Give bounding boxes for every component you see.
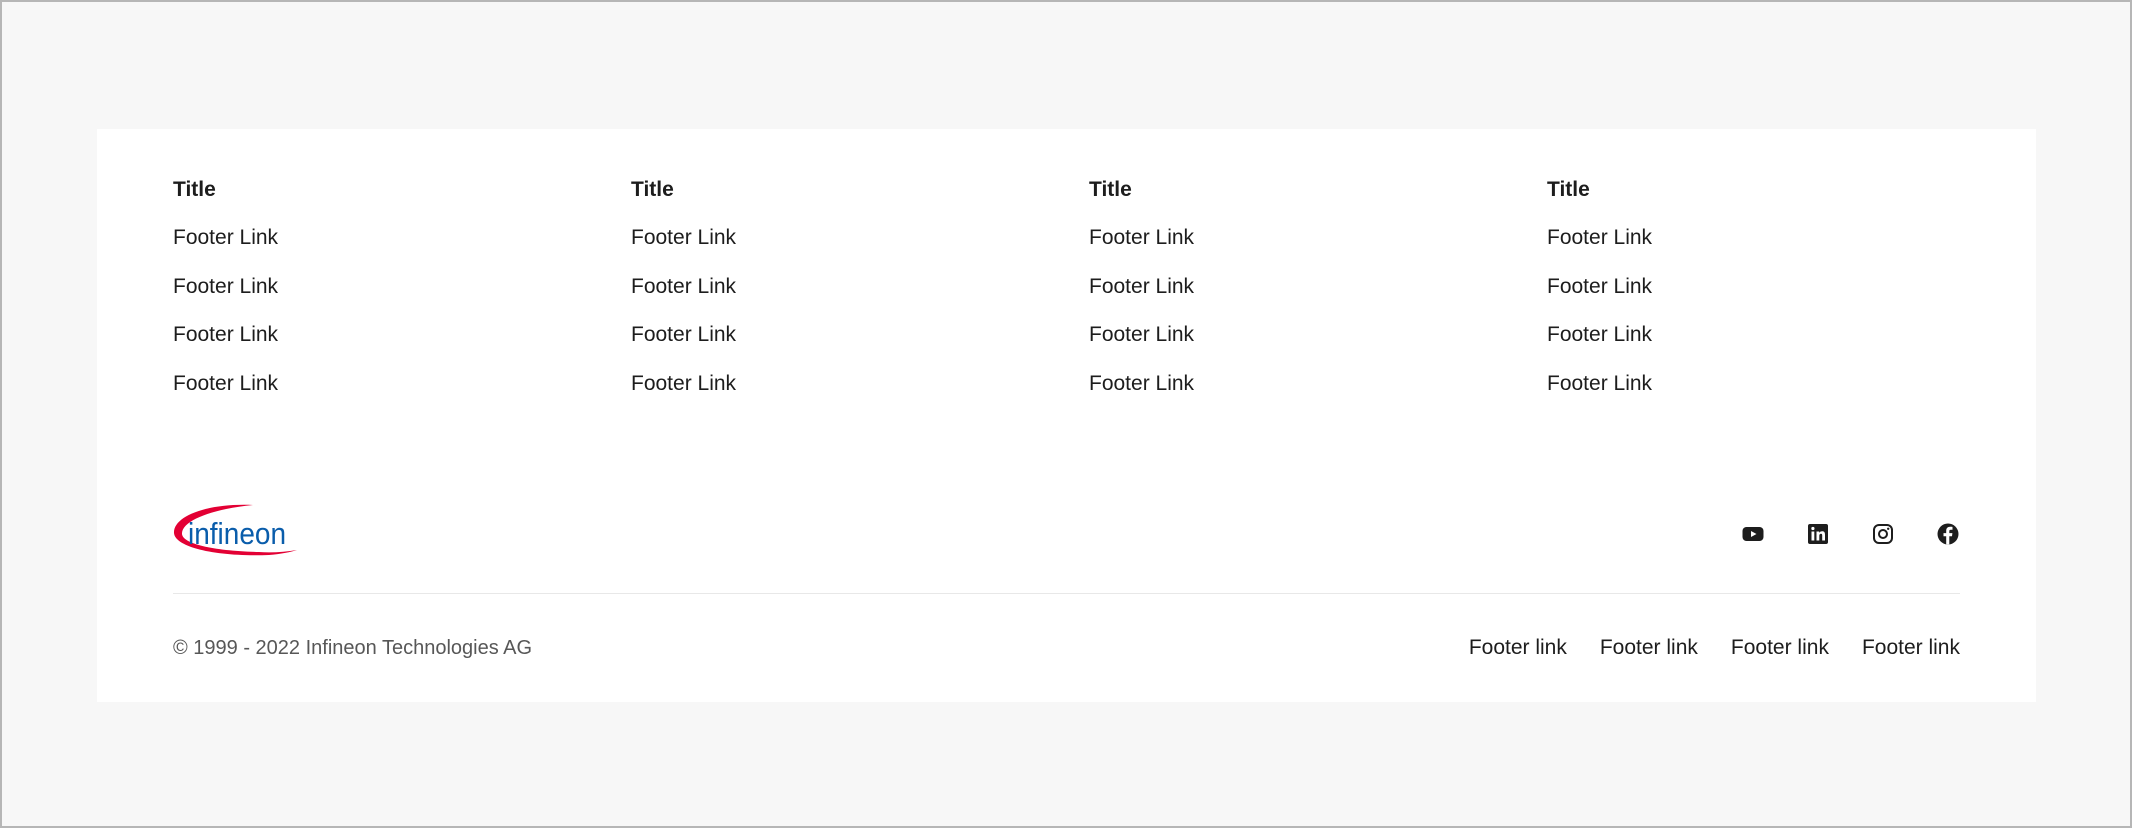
footer-column-title: Title [1089,178,1132,201]
footer-link[interactable]: Footer Link [631,321,991,370]
facebook-icon[interactable] [1936,522,1960,546]
youtube-icon[interactable] [1741,522,1765,546]
page-frame: Title Footer Link Footer Link Footer Lin… [0,0,2132,828]
footer-link[interactable]: Footer Link [173,273,533,322]
footer-column-title: Title [1547,178,1590,201]
footer-link[interactable]: Footer Link [1547,224,1907,273]
social-links [1741,522,1960,546]
footer-link[interactable]: Footer Link [1089,321,1449,370]
svg-text:infineon: infineon [188,516,286,551]
footer-link[interactable]: Footer Link [631,370,991,419]
footer-link[interactable]: Footer Link [1547,370,1907,419]
footer-column-4: Title Footer Link Footer Link Footer Lin… [1547,176,1907,418]
bottom-footer-link[interactable]: Footer link [1862,634,1960,662]
footer-link[interactable]: Footer Link [1547,273,1907,322]
footer-link[interactable]: Footer Link [631,224,991,273]
footer-link[interactable]: Footer Link [1547,321,1907,370]
site-footer: Title Footer Link Footer Link Footer Lin… [97,129,2036,702]
footer-link-columns: Title Footer Link Footer Link Footer Lin… [173,176,1961,436]
infineon-logo-icon: infineon [173,504,297,556]
footer-column-links: Footer Link Footer Link Footer Link Foot… [631,224,991,418]
footer-link[interactable]: Footer Link [173,370,533,419]
footer-column-links: Footer Link Footer Link Footer Link Foot… [173,224,533,418]
bottom-footer-link[interactable]: Footer link [1731,634,1829,662]
bottom-footer-link[interactable]: Footer link [1469,634,1567,662]
footer-column-title: Title [173,178,216,201]
bottom-footer-link[interactable]: Footer link [1600,634,1698,662]
footer-link[interactable]: Footer Link [173,224,533,273]
footer-column-title: Title [631,178,674,201]
footer-link[interactable]: Footer Link [1089,370,1449,419]
footer-column-1: Title Footer Link Footer Link Footer Lin… [173,176,533,418]
footer-column-3: Title Footer Link Footer Link Footer Lin… [1089,176,1449,418]
linkedin-icon[interactable] [1806,522,1830,546]
legal-links: Footer link Footer link Footer link Foot… [1469,634,1960,662]
footer-column-links: Footer Link Footer Link Footer Link Foot… [1547,224,1907,418]
footer-divider [173,593,1960,594]
footer-link[interactable]: Footer Link [1089,224,1449,273]
copyright-text: © 1999 - 2022 Infineon Technologies AG [173,637,533,659]
footer-link[interactable]: Footer Link [631,273,991,322]
instagram-icon[interactable] [1871,522,1895,546]
footer-link[interactable]: Footer Link [173,321,533,370]
footer-link[interactable]: Footer Link [1089,273,1449,322]
infineon-logo[interactable]: infineon [173,503,299,563]
footer-column-links: Footer Link Footer Link Footer Link Foot… [1089,224,1449,418]
footer-column-2: Title Footer Link Footer Link Footer Lin… [631,176,991,418]
